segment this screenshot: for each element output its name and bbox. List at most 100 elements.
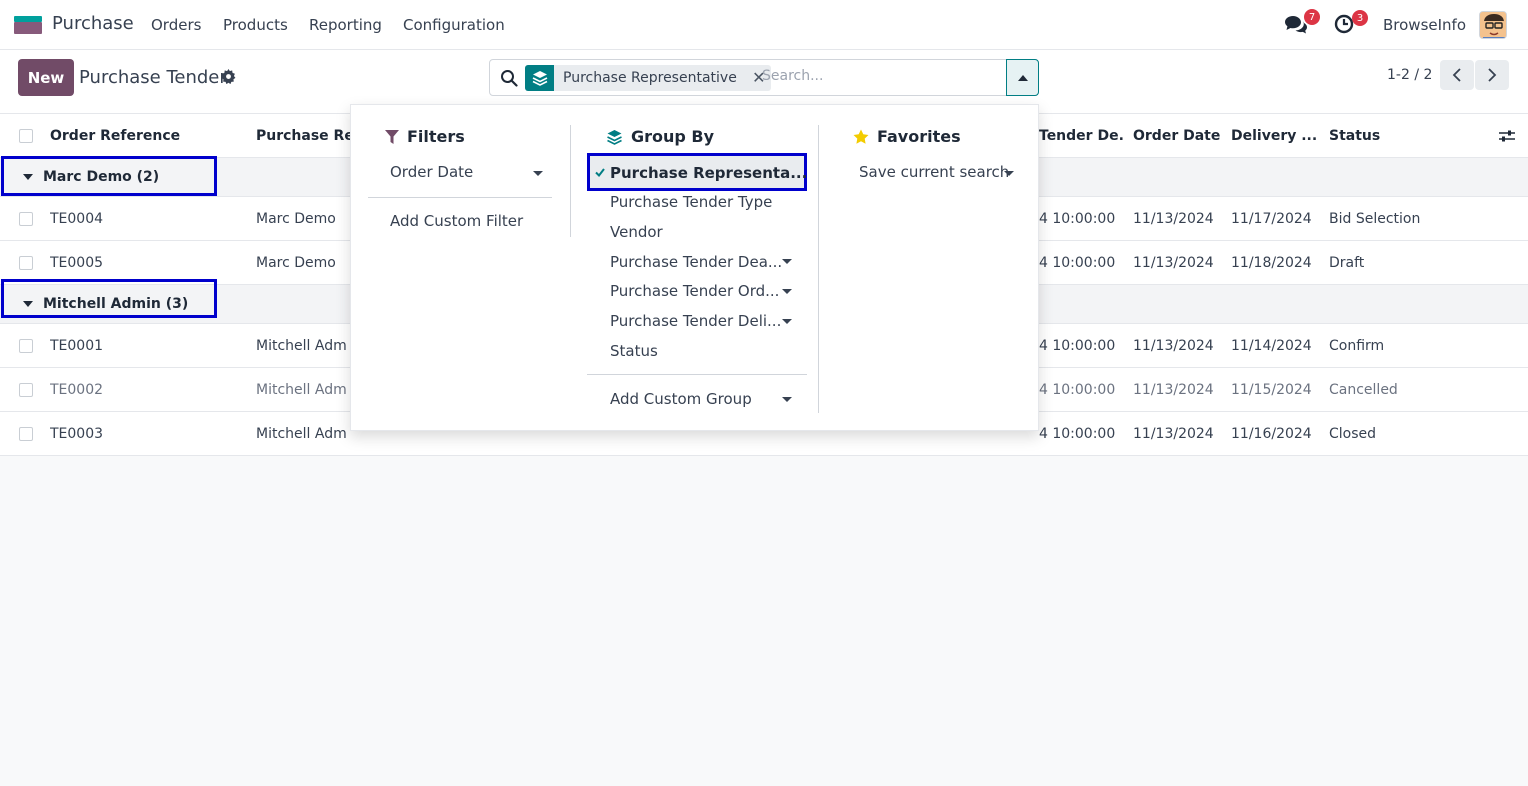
cell-order-date: 11/13/2024 bbox=[1133, 337, 1214, 354]
chevron-right-icon bbox=[1488, 68, 1497, 82]
company-switcher[interactable]: BrowseInfo bbox=[1383, 16, 1466, 34]
cell-status: Closed bbox=[1329, 425, 1377, 442]
divider bbox=[587, 374, 807, 375]
gear-icon[interactable] bbox=[221, 69, 236, 84]
top-navbar: Purchase Orders Products Reporting Confi… bbox=[0, 0, 1528, 50]
search-options-dropdown: Filters Order Date Add Custom Filter Gro… bbox=[350, 104, 1039, 431]
cell-order-date: 11/13/2024 bbox=[1133, 254, 1214, 271]
star-icon bbox=[853, 129, 869, 144]
cell-rep: Marc Demo bbox=[256, 254, 336, 271]
menu-configuration[interactable]: Configuration bbox=[403, 16, 505, 34]
cell-order-date: 11/13/2024 bbox=[1133, 425, 1214, 442]
activities-button[interactable]: 3 bbox=[1334, 10, 1368, 40]
page-title[interactable]: Purchase Tender bbox=[79, 67, 227, 88]
menu-products[interactable]: Products bbox=[223, 16, 288, 34]
groupby-item-tender-type[interactable]: Purchase Tender Type bbox=[610, 193, 772, 211]
messages-count-badge: 7 bbox=[1304, 9, 1320, 25]
column-tender-deadline[interactable]: Tender De... bbox=[1039, 114, 1125, 157]
cell-delivery: 11/18/2024 bbox=[1231, 254, 1312, 271]
highlight-box bbox=[1, 279, 217, 318]
save-current-search[interactable]: Save current search bbox=[859, 163, 1009, 181]
new-button[interactable]: New bbox=[18, 59, 74, 96]
pager-next-button[interactable] bbox=[1475, 60, 1509, 90]
group-by-title: Group By bbox=[606, 127, 714, 146]
divider bbox=[570, 125, 571, 237]
select-all-checkbox[interactable] bbox=[19, 128, 33, 143]
add-custom-group[interactable]: Add Custom Group bbox=[610, 390, 752, 408]
caret-down-icon[interactable] bbox=[782, 259, 792, 264]
cell-deadline: 4 10:00:00 bbox=[1039, 425, 1116, 442]
groupby-item-label: Purchase Representa... bbox=[610, 164, 808, 182]
check-icon bbox=[595, 168, 605, 177]
divider bbox=[818, 125, 819, 413]
cell-deadline: 4 10:00:00 bbox=[1039, 254, 1116, 271]
column-delivery[interactable]: Delivery ... bbox=[1231, 114, 1321, 157]
facet-label: Purchase Representative bbox=[563, 70, 737, 86]
column-order-reference[interactable]: Order Reference bbox=[50, 114, 240, 157]
cell-ref: TE0001 bbox=[50, 337, 104, 354]
app-name[interactable]: Purchase bbox=[52, 13, 134, 34]
cell-rep: Marc Demo bbox=[256, 210, 336, 227]
sliders-icon bbox=[1499, 130, 1515, 141]
caret-down-icon[interactable] bbox=[782, 289, 792, 294]
cell-status: Cancelled bbox=[1329, 381, 1398, 398]
purchase-app-icon[interactable] bbox=[14, 16, 42, 34]
search-icon[interactable] bbox=[500, 69, 518, 87]
cell-delivery: 11/14/2024 bbox=[1231, 337, 1312, 354]
cell-status: Confirm bbox=[1329, 337, 1385, 354]
row-checkbox[interactable] bbox=[19, 382, 33, 397]
caret-down-icon[interactable] bbox=[782, 319, 792, 324]
groupby-item-tender-order[interactable]: Purchase Tender Ord... bbox=[610, 282, 779, 300]
cell-ref: TE0003 bbox=[50, 425, 104, 442]
pager-previous-button[interactable] bbox=[1440, 60, 1474, 90]
cell-status: Draft bbox=[1329, 254, 1365, 271]
search-input[interactable] bbox=[762, 68, 992, 84]
column-purchase-rep[interactable]: Purchase Rep bbox=[256, 114, 350, 157]
clock-icon bbox=[1334, 14, 1354, 34]
cell-ref: TE0005 bbox=[50, 254, 104, 271]
chevron-left-icon bbox=[1452, 68, 1461, 82]
row-checkbox[interactable] bbox=[19, 426, 33, 441]
cell-ref: TE0002 bbox=[50, 381, 104, 398]
cell-deadline: 4 10:00:00 bbox=[1039, 381, 1116, 398]
optional-columns-toggle[interactable] bbox=[1498, 114, 1520, 157]
column-order-date[interactable]: Order Date bbox=[1133, 114, 1223, 157]
search-options-toggle[interactable] bbox=[1006, 59, 1039, 96]
column-status[interactable]: Status bbox=[1329, 114, 1419, 157]
search-bar: Purchase Representative ✕ bbox=[489, 59, 1039, 96]
groupby-item-tender-deadline[interactable]: Purchase Tender Dea... bbox=[610, 253, 782, 271]
groupby-item-status[interactable]: Status bbox=[610, 342, 658, 360]
cell-deadline: 4 10:00:00 bbox=[1039, 210, 1116, 227]
cell-status: Bid Selection bbox=[1329, 210, 1421, 227]
user-avatar[interactable] bbox=[1479, 11, 1507, 39]
highlight-box bbox=[1, 156, 217, 196]
caret-down-icon[interactable] bbox=[1004, 171, 1014, 176]
row-checkbox[interactable] bbox=[19, 255, 33, 270]
menu-reporting[interactable]: Reporting bbox=[309, 16, 382, 34]
cell-delivery: 11/16/2024 bbox=[1231, 425, 1312, 442]
caret-down-icon[interactable] bbox=[782, 397, 792, 402]
layers-icon bbox=[607, 129, 622, 145]
groupby-item-vendor[interactable]: Vendor bbox=[610, 223, 663, 241]
layers-icon bbox=[525, 65, 554, 91]
favorites-title: Favorites bbox=[853, 127, 961, 146]
add-custom-filter[interactable]: Add Custom Filter bbox=[390, 212, 523, 230]
groupby-item-tender-delivery[interactable]: Purchase Tender Deli... bbox=[610, 312, 781, 330]
row-checkbox[interactable] bbox=[19, 211, 33, 226]
groupby-item-purchase-representative[interactable]: Purchase Representa... bbox=[587, 153, 807, 191]
messages-button[interactable]: 7 bbox=[1284, 9, 1320, 39]
cell-rep: Mitchell Adm bbox=[256, 425, 347, 442]
caret-up-icon bbox=[1017, 74, 1028, 81]
search-facet-groupby: Purchase Representative ✕ bbox=[525, 65, 771, 91]
caret-down-icon[interactable] bbox=[533, 171, 543, 176]
activities-count-badge: 3 bbox=[1352, 10, 1368, 26]
filter-icon bbox=[385, 129, 399, 144]
avatar-image bbox=[1480, 12, 1506, 38]
row-checkbox[interactable] bbox=[19, 338, 33, 353]
pager-value[interactable]: 1-2 / 2 bbox=[1387, 67, 1432, 83]
cell-order-date: 11/13/2024 bbox=[1133, 210, 1214, 227]
cell-deadline: 4 10:00:00 bbox=[1039, 337, 1116, 354]
filter-order-date[interactable]: Order Date bbox=[390, 163, 473, 181]
menu-orders[interactable]: Orders bbox=[151, 16, 201, 34]
divider bbox=[368, 197, 552, 198]
